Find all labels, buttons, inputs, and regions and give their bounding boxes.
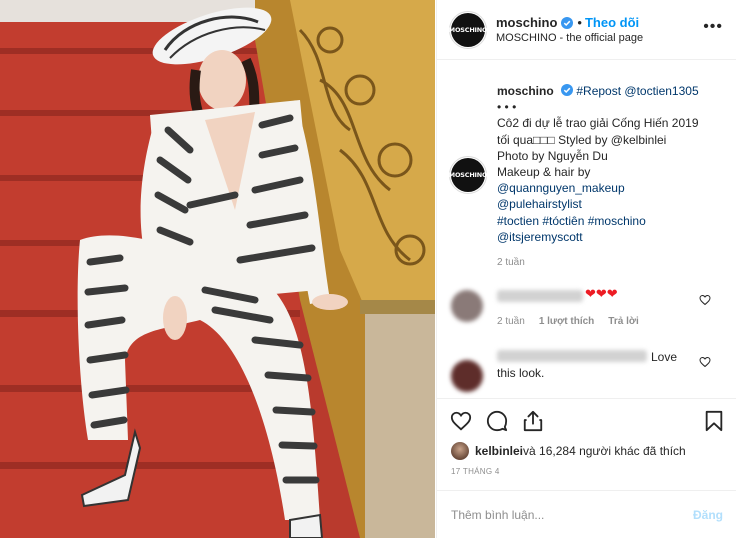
blurred-username — [497, 290, 583, 302]
likes-count-text[interactable]: và 16,284 người khác đã thích — [523, 444, 686, 458]
add-comment-bar: Đăng — [437, 490, 736, 538]
heart-icon[interactable] — [450, 410, 472, 432]
more-options-button[interactable]: ••• — [703, 19, 723, 35]
post-side-panel: MOSCHINO moschino • Theo dõi MOSCHINO - … — [436, 0, 736, 538]
caption-text: moschino #Repost @toctien1305 • • • Cô2 … — [497, 83, 727, 245]
blurred-comment-text — [497, 350, 647, 362]
post-comment-button[interactable]: Đăng — [693, 508, 723, 522]
verified-badge-icon — [561, 84, 574, 96]
comment-text-line2: this look. — [497, 366, 545, 380]
photo-illustration — [0, 0, 435, 538]
caption-line-dots: • • • — [497, 100, 517, 115]
hashtag-links[interactable]: #toctien #tóctiên #moschino — [497, 213, 727, 229]
post-header: MOSCHINO moschino • Theo dõi MOSCHINO - … — [437, 0, 736, 60]
caption-line-repost[interactable]: #Repost @toctien1305 — [576, 84, 698, 98]
liker-avatar[interactable] — [451, 442, 469, 460]
comment-hearts: ❤❤❤ — [585, 286, 618, 301]
account-subtitle: MOSCHINO - the official page — [496, 32, 644, 44]
caption-line-styled-by[interactable]: tối qua□□□ Styled by @kelbinlei — [497, 132, 727, 148]
account-username[interactable]: moschino — [496, 15, 557, 30]
likes-summary: kelbinlei và 16,284 người khác đã thích — [451, 442, 686, 460]
comment-like-heart-icon[interactable] — [699, 294, 711, 306]
post-date[interactable]: 17 THÁNG 4 — [451, 467, 500, 476]
comment-text-end: Love — [651, 350, 678, 364]
comment-input[interactable] — [451, 505, 671, 525]
post-photo[interactable] — [0, 0, 435, 538]
verified-badge-icon — [561, 16, 574, 29]
liker-username[interactable]: kelbinlei — [475, 444, 523, 458]
mention-link[interactable]: @pulehairstylist — [497, 196, 727, 212]
caption-line: Photo by Nguyễn Du — [497, 148, 608, 163]
account-avatar[interactable]: MOSCHINO — [449, 11, 488, 49]
comment-bubble-icon[interactable] — [486, 410, 508, 432]
commenter-avatar[interactable] — [451, 290, 483, 322]
caption-username[interactable]: moschino — [497, 84, 554, 98]
commenter-avatar[interactable] — [451, 360, 483, 392]
separator-dot: • — [577, 15, 582, 30]
action-bar — [437, 398, 736, 444]
reply-button[interactable]: Trả lời — [608, 316, 638, 327]
caption-timestamp[interactable]: 2 tuần — [497, 257, 525, 268]
caption-line: Makeup & hair by — [497, 165, 591, 180]
follow-button[interactable]: Theo dõi — [585, 15, 639, 30]
face — [198, 50, 246, 110]
mention-link[interactable]: @quannguyen_makeup — [497, 180, 727, 196]
mention-link[interactable]: @itsjeremyscott — [497, 229, 727, 245]
caption-line: Cô2 đi dự lễ trao giải Cống Hiến 2019 — [497, 116, 699, 131]
comment-time[interactable]: 2 tuần — [497, 316, 525, 327]
comment-likes[interactable]: 1 lượt thích — [539, 316, 594, 327]
comment-like-heart-icon[interactable] — [699, 356, 711, 368]
share-icon[interactable] — [522, 410, 544, 432]
caption-avatar[interactable]: MOSCHINO — [449, 156, 488, 194]
bookmark-icon[interactable] — [703, 410, 725, 432]
